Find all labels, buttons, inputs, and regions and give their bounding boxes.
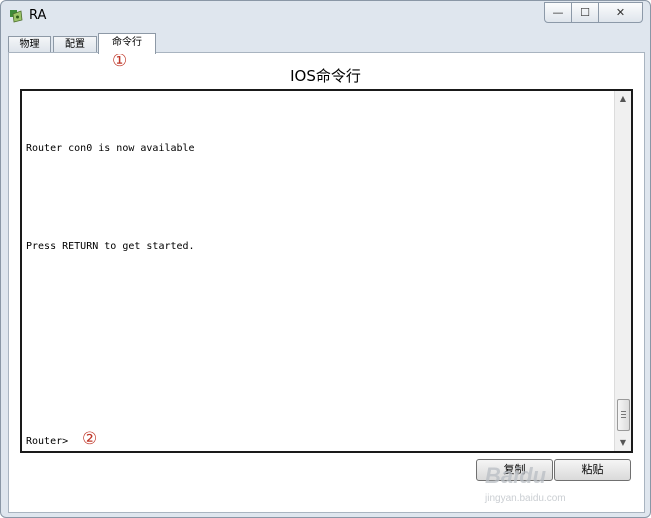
cli-console[interactable]: Router con0 is now available Press RETUR…: [20, 89, 633, 453]
annotation-marker-2: ②: [82, 429, 98, 449]
panel-heading: IOS命令行: [290, 67, 361, 85]
console-line: Router con0 is now available: [26, 143, 195, 154]
scroll-down-arrow-icon[interactable]: ▼: [615, 435, 631, 451]
maximize-button[interactable]: ☐: [571, 2, 599, 23]
console-output[interactable]: Router con0 is now available Press RETUR…: [26, 91, 611, 451]
minimize-button[interactable]: —: [544, 2, 572, 23]
paste-button[interactable]: 粘贴: [554, 459, 631, 481]
grip-line: [621, 417, 626, 418]
minimize-icon: —: [552, 6, 564, 19]
title-bar[interactable]: RA — ☐ ✕: [1, 1, 650, 31]
console-scrollbar[interactable]: ▲ ▼: [614, 91, 631, 451]
grip-line: [621, 414, 626, 415]
window-title: RA: [29, 8, 47, 23]
router-app-icon: [8, 8, 24, 24]
copy-button[interactable]: 复制: [476, 459, 553, 481]
grip-line: [621, 411, 626, 412]
maximize-icon: ☐: [580, 6, 590, 19]
scroll-up-arrow-icon[interactable]: ▲: [615, 91, 631, 107]
scrollbar-thumb[interactable]: [617, 399, 630, 431]
app-window: RA — ☐ ✕ 物理 配置 命令行 ① IOS命令行 Router con0 …: [0, 0, 651, 518]
console-line: Press RETURN to get started.: [26, 241, 195, 252]
console-prompt: Router>: [26, 436, 69, 447]
close-icon: ✕: [615, 6, 626, 19]
tab-config[interactable]: 配置: [53, 36, 97, 53]
close-button[interactable]: ✕: [598, 2, 643, 23]
tab-physical[interactable]: 物理: [8, 36, 51, 53]
tab-cli[interactable]: 命令行: [98, 33, 156, 54]
